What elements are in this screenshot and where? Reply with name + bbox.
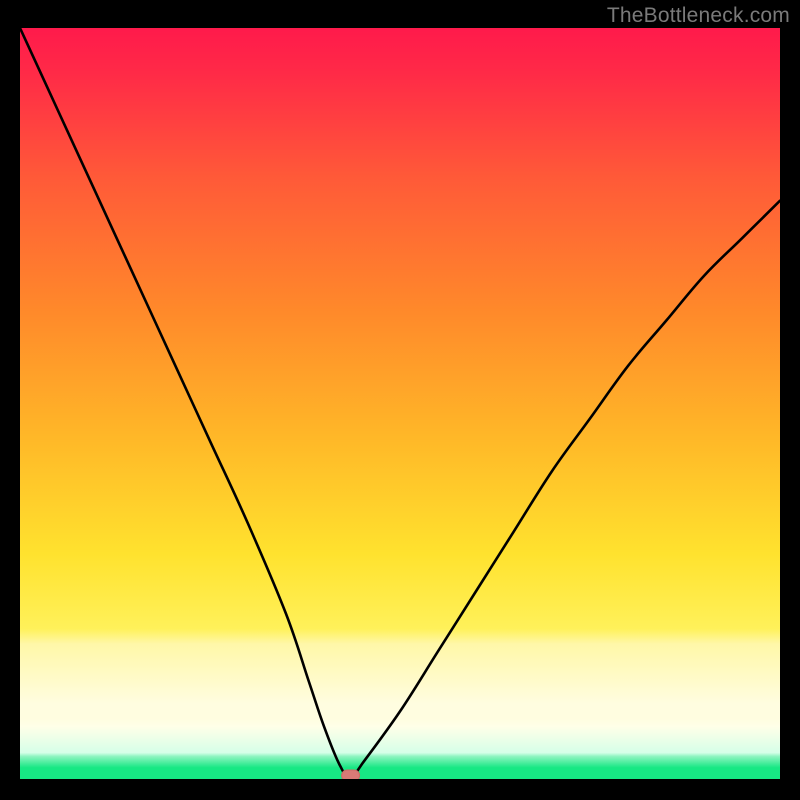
chart-svg (20, 28, 780, 779)
watermark-text: TheBottleneck.com (607, 4, 790, 28)
plot-inner (20, 28, 780, 779)
chart-frame: TheBottleneck.com (0, 0, 800, 800)
plot-area (20, 28, 780, 779)
gradient-background (20, 28, 780, 779)
optimum-marker (342, 770, 360, 779)
